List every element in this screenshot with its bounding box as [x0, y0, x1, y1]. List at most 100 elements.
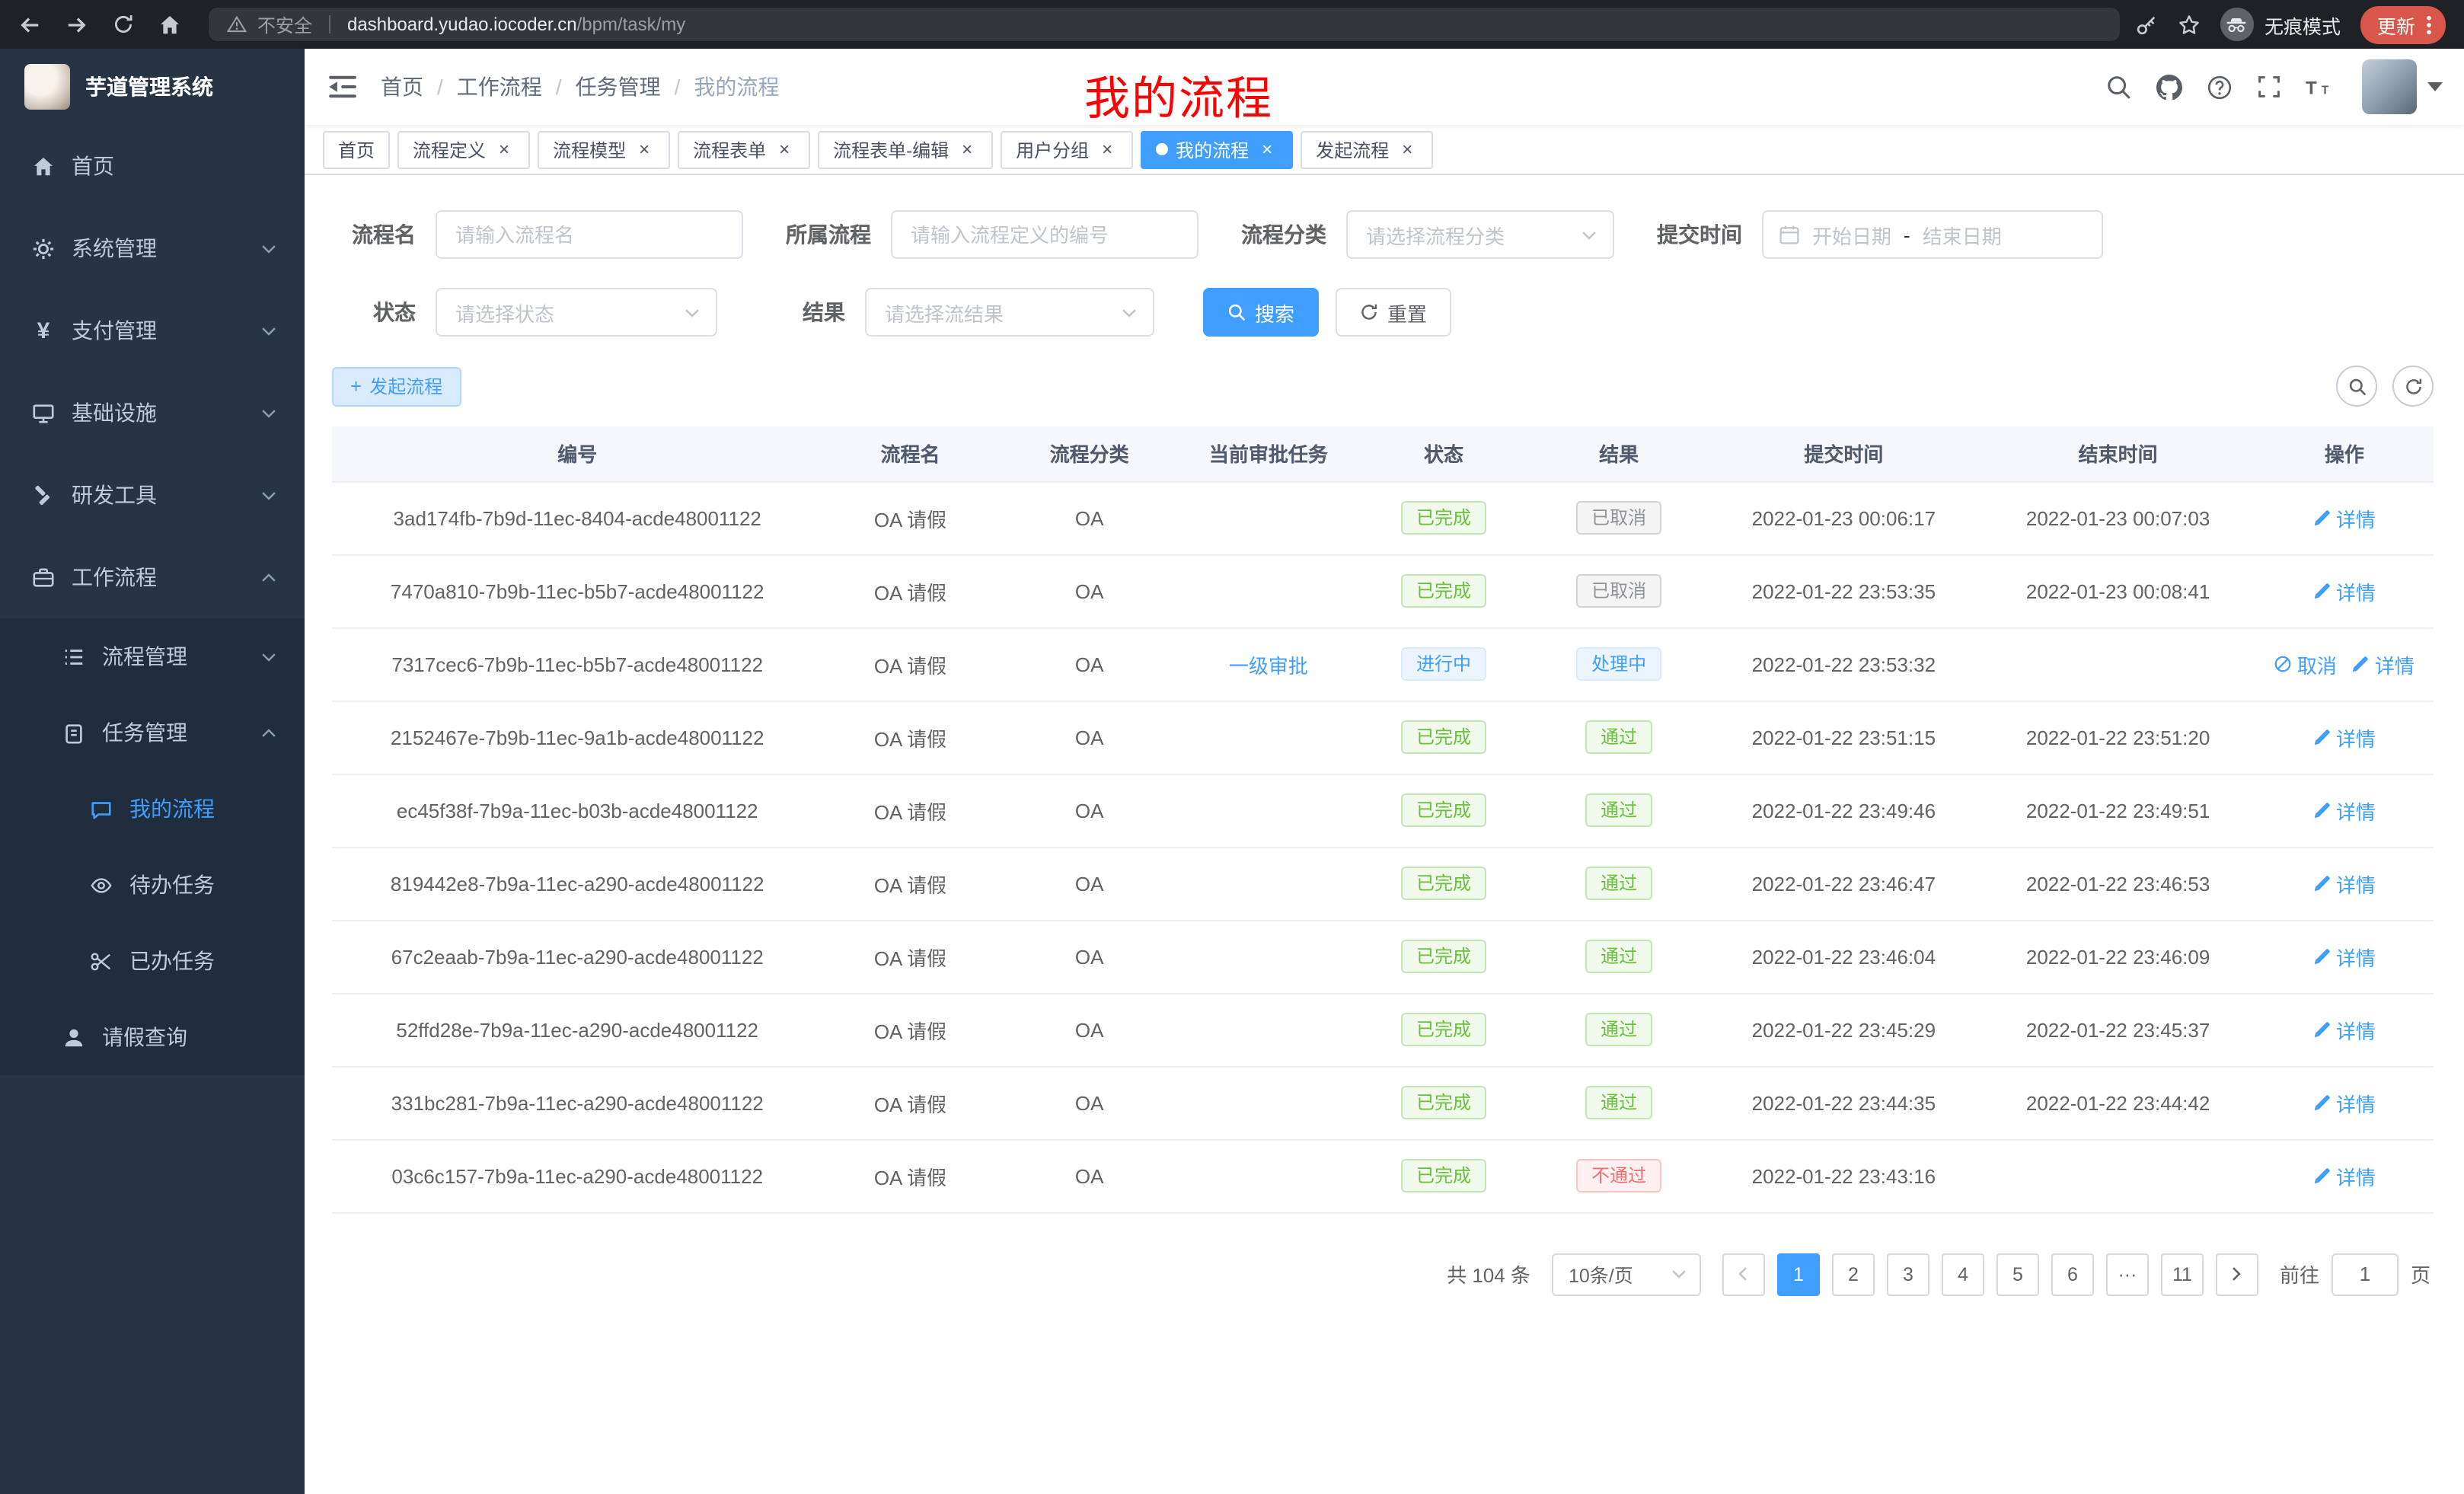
reload-icon[interactable] — [113, 14, 134, 35]
cell-current-task — [1181, 701, 1356, 774]
detail-link[interactable]: 详情 — [2313, 1015, 2376, 1044]
search-icon[interactable] — [2094, 74, 2144, 100]
close-icon[interactable]: × — [634, 139, 655, 160]
prev-page-button[interactable] — [1722, 1253, 1765, 1295]
browser-home-icon[interactable] — [158, 13, 181, 36]
close-icon[interactable]: × — [1096, 139, 1118, 160]
table-row: 03c6c157-7b9a-11ec-a290-acde48001122OA 请… — [332, 1139, 2434, 1212]
sidebar-item-done-tasks[interactable]: 已办任务 — [0, 923, 305, 999]
tab-create-process[interactable]: 发起流程× — [1301, 130, 1433, 168]
cell-current-task — [1181, 481, 1356, 554]
page-1-button[interactable]: 1 — [1777, 1253, 1820, 1295]
incognito-label: 无痕模式 — [2265, 10, 2341, 39]
detail-link[interactable]: 详情 — [2352, 650, 2415, 678]
back-icon[interactable] — [18, 13, 41, 36]
process-name-input[interactable] — [436, 210, 743, 259]
close-icon[interactable]: × — [774, 139, 795, 160]
tab-process-model[interactable]: 流程模型× — [538, 130, 670, 168]
detail-link[interactable]: 详情 — [2313, 723, 2376, 752]
update-button[interactable]: 更新 — [2360, 5, 2446, 43]
sidebar-item-payment-management[interactable]: ¥支付管理 — [0, 289, 305, 372]
search-button[interactable]: 搜索 — [1203, 288, 1319, 337]
detail-link[interactable]: 详情 — [2313, 942, 2376, 971]
breadcrumb-item[interactable]: 工作流程 — [457, 72, 542, 102]
key-icon[interactable] — [2135, 13, 2158, 36]
detail-link[interactable]: 详情 — [2313, 796, 2376, 825]
next-page-button[interactable] — [2216, 1253, 2258, 1295]
refresh-table-button[interactable] — [2392, 366, 2434, 407]
cell-current-task — [1181, 847, 1356, 920]
tab-process-form-edit[interactable]: 流程表单-编辑× — [818, 130, 993, 168]
cell-status: 已完成 — [1356, 1066, 1531, 1139]
create-process-button[interactable]: + 发起流程 — [332, 366, 461, 406]
toggle-search-button[interactable] — [2336, 366, 2377, 407]
detail-link[interactable]: 详情 — [2313, 1088, 2376, 1117]
task-link[interactable]: 一级审批 — [1229, 650, 1308, 678]
status-select[interactable]: 请选择状态 — [436, 288, 717, 337]
close-icon[interactable]: × — [493, 139, 515, 160]
sidebar-item-leave-query[interactable]: 请假查询 — [0, 999, 305, 1075]
page-4-button[interactable]: 4 — [1942, 1253, 1984, 1295]
tab-user-group[interactable]: 用户分组× — [1001, 130, 1133, 168]
detail-link[interactable]: 详情 — [2313, 1161, 2376, 1190]
search-icon — [1227, 303, 1246, 321]
avatar-caret-down-icon[interactable] — [2427, 82, 2443, 91]
result-badge: 通过 — [1585, 1013, 1652, 1046]
clipboard-icon — [61, 721, 87, 744]
sidebar-item-todo-tasks[interactable]: 待办任务 — [0, 847, 305, 923]
close-icon[interactable]: × — [956, 139, 978, 160]
reset-button[interactable]: 重置 — [1336, 288, 1451, 337]
help-question-icon[interactable] — [2194, 74, 2245, 100]
detail-link[interactable]: 详情 — [2313, 503, 2376, 532]
detail-link[interactable]: 详情 — [2313, 576, 2376, 605]
cell-id: 67c2eaab-7b9a-11ec-a290-acde48001122 — [332, 920, 822, 993]
close-icon[interactable]: × — [1396, 139, 1418, 160]
avatar[interactable] — [2362, 59, 2417, 114]
category-select[interactable]: 请选择流程分类 — [1346, 210, 1614, 259]
page-size-select[interactable]: 10条/页 — [1552, 1253, 1701, 1295]
forward-icon[interactable] — [65, 13, 88, 36]
tab-process-form[interactable]: 流程表单× — [678, 130, 810, 168]
jump-page-input[interactable] — [2332, 1253, 2399, 1295]
page-6-button[interactable]: 6 — [2051, 1253, 2094, 1295]
sidebar-item-home[interactable]: 首页 — [0, 125, 305, 207]
page-11-button[interactable]: 11 — [2161, 1253, 2204, 1295]
url-bar[interactable]: 不安全 dashboard.yudao.iocoder.cn /bpm/task… — [209, 8, 2120, 41]
owner-process-input[interactable] — [891, 210, 1198, 259]
detail-link[interactable]: 详情 — [2313, 869, 2376, 898]
browser-menu-dots-icon[interactable] — [2426, 14, 2432, 34]
font-size-icon[interactable]: TT — [2293, 75, 2347, 98]
sidebar-item-system-management[interactable]: 系统管理 — [0, 207, 305, 289]
page-3-button[interactable]: 3 — [1887, 1253, 1929, 1295]
more-pages-button[interactable]: ··· — [2106, 1253, 2149, 1295]
sidebar-item-my-process[interactable]: 我的流程 — [0, 771, 305, 847]
breadcrumb-item[interactable]: 我的流程 — [694, 72, 779, 102]
logo-row[interactable]: 芋道管理系统 — [0, 49, 305, 125]
tab-home[interactable]: 首页 — [323, 130, 390, 168]
page-5-button[interactable]: 5 — [1996, 1253, 2039, 1295]
breadcrumb-item[interactable]: 首页 — [381, 72, 423, 102]
sidebar-item-infrastructure[interactable]: 基础设施 — [0, 372, 305, 454]
tab-process-definition[interactable]: 流程定义× — [397, 130, 530, 168]
submit-time-range-picker[interactable]: 开始日期 - 结束日期 — [1762, 210, 2103, 259]
page-2-button[interactable]: 2 — [1832, 1253, 1875, 1295]
status-label: 状态 — [332, 297, 436, 327]
sidebar-item-dev-tools[interactable]: 研发工具 — [0, 454, 305, 536]
close-icon[interactable]: × — [1256, 139, 1278, 160]
github-icon[interactable] — [2144, 74, 2194, 100]
fullscreen-icon[interactable] — [2245, 75, 2293, 99]
cell-category: OA — [998, 920, 1181, 993]
tab-my-process[interactable]: 我的流程× — [1141, 130, 1293, 168]
result-select[interactable]: 请选择流结果 — [865, 288, 1154, 337]
cell-status: 已完成 — [1356, 554, 1531, 627]
table-row: 67c2eaab-7b9a-11ec-a290-acde48001122OA 请… — [332, 920, 2434, 993]
cancel-link[interactable]: 取消 — [2274, 650, 2337, 678]
sidebar-item-task-management[interactable]: 任务管理 — [0, 694, 305, 771]
sidebar-item-workflow[interactable]: 工作流程 — [0, 536, 305, 618]
sidebar-fold-icon[interactable] — [305, 75, 381, 99]
breadcrumb-item[interactable]: 任务管理 — [576, 72, 661, 102]
table-toolbar: + 发起流程 — [332, 366, 2434, 407]
bookmark-star-icon[interactable] — [2178, 13, 2201, 36]
cell-submit-time: 2022-01-22 23:51:15 — [1706, 701, 1980, 774]
sidebar-item-process-management[interactable]: 流程管理 — [0, 618, 305, 694]
